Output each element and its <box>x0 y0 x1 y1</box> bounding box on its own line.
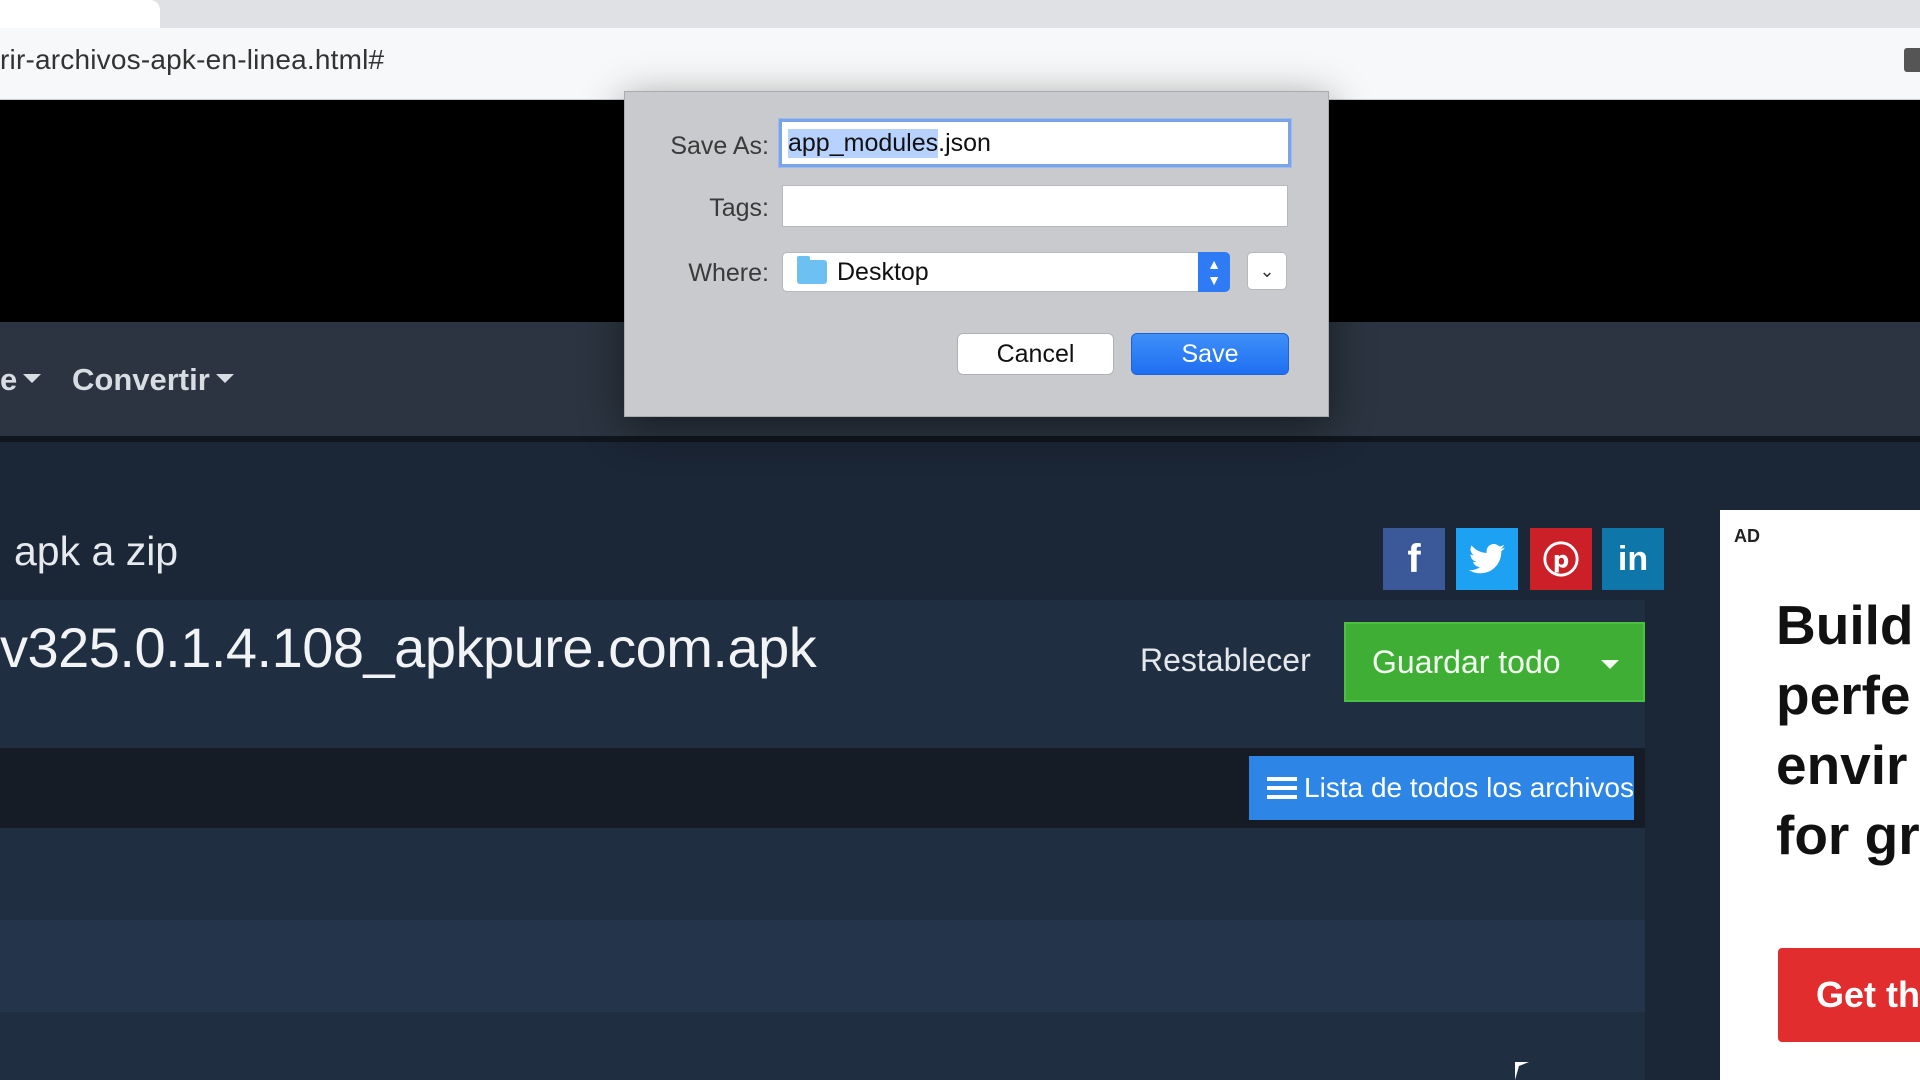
linkedin-share-button[interactable]: in <box>1602 528 1664 590</box>
save-button[interactable]: Save <box>1131 333 1289 375</box>
save-as-label: Save As: <box>670 132 769 160</box>
list-all-files-label: Lista de todos los archivos <box>1304 772 1634 803</box>
twitter-icon <box>1469 544 1505 574</box>
where-label: Where: <box>688 259 769 287</box>
cancel-button[interactable]: Cancel <box>957 333 1114 375</box>
browser-tab-strip <box>0 0 1920 28</box>
ad-label: AD <box>1734 526 1760 546</box>
list-icon <box>1267 775 1297 801</box>
dropdown-caret-icon[interactable] <box>1601 660 1619 669</box>
nav-item-partial[interactable]: e <box>0 362 42 398</box>
tags-field[interactable] <box>782 185 1288 227</box>
facebook-icon: f <box>1407 536 1421 581</box>
reset-button[interactable]: Restablecer <box>1140 642 1311 679</box>
nav-item-convertir-label: Convertir <box>72 362 210 397</box>
stepper-icon[interactable]: ▲ ▼ <box>1198 252 1230 292</box>
nav-item-partial-label: e <box>0 362 18 397</box>
browser-tab[interactable] <box>0 0 160 28</box>
save-as-field[interactable]: app_modules .json <box>779 119 1291 167</box>
file-row <box>0 1012 1645 1080</box>
facebook-share-button[interactable]: f <box>1383 528 1445 590</box>
save-all-label: Guardar todo <box>1372 643 1561 680</box>
file-row <box>0 920 1645 1012</box>
tags-label: Tags: <box>709 194 769 222</box>
caret-down-icon <box>215 374 234 384</box>
mouse-cursor-icon <box>1515 1062 1529 1080</box>
file-row <box>0 828 1645 920</box>
stepper-up-icon: ▲ <box>1207 256 1221 272</box>
where-value: Desktop <box>837 257 929 286</box>
pinterest-share-button[interactable]: p <box>1530 528 1592 590</box>
twitter-share-button[interactable] <box>1456 528 1518 590</box>
extension-icon[interactable] <box>1904 48 1920 72</box>
stepper-down-icon: ▼ <box>1207 272 1221 288</box>
file-name: v325.0.1.4.108_apkpure.com.apk <box>0 616 817 679</box>
folder-icon <box>797 256 827 284</box>
page-title: apk a zip <box>14 528 179 574</box>
list-all-files-button[interactable]: Lista de todos los archivos <box>1249 756 1634 820</box>
chevron-down-icon: ⌄ <box>1259 260 1275 281</box>
ad-headline: Build perfe envir for gr <box>1776 594 1920 866</box>
filename-extension: .json <box>938 128 991 157</box>
expand-dialog-button[interactable]: ⌄ <box>1247 252 1287 290</box>
save-all-button[interactable]: Guardar todo <box>1344 622 1645 702</box>
pinterest-icon: p <box>1543 541 1579 577</box>
caret-down-icon <box>23 374 42 384</box>
ad-cta-button[interactable]: Get th <box>1778 948 1920 1042</box>
filename-selected-text: app_modules <box>788 128 939 158</box>
nav-item-convertir[interactable]: Convertir <box>72 362 234 398</box>
svg-text:p: p <box>1553 548 1569 574</box>
url-text[interactable]: rir-archivos-apk-en-linea.html# <box>0 44 384 76</box>
save-dialog: Save As: app_modules .json Tags: Where: D… <box>624 91 1329 417</box>
linkedin-icon: in <box>1617 539 1649 578</box>
where-select[interactable]: Desktop ▲ ▼ <box>782 252 1230 292</box>
ad-banner[interactable]: AD Build perfe envir for gr Get th <box>1720 510 1920 1080</box>
page: rir-archivos-apk-en-linea.html# e Conver… <box>0 0 1920 1080</box>
